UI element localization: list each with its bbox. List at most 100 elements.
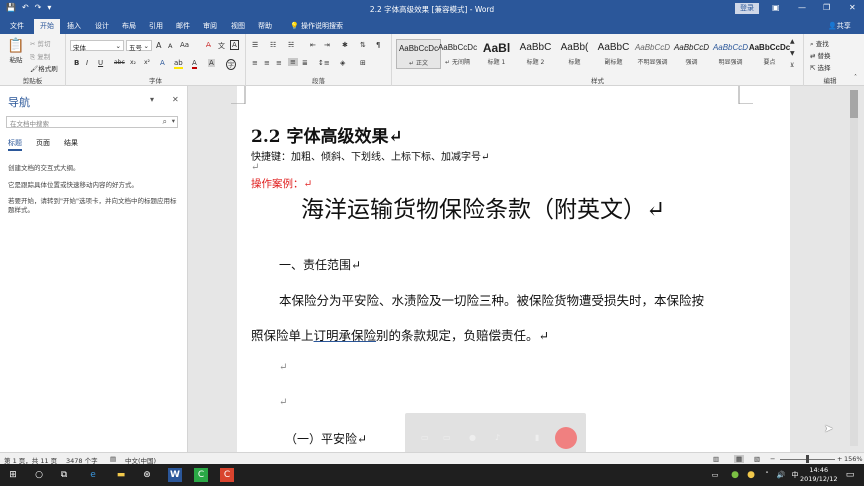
underline-button[interactable]: U	[98, 59, 103, 67]
cut-button[interactable]: ✂ 剪切	[30, 38, 51, 48]
scrollbar-thumb[interactable]	[850, 90, 858, 118]
zoom-slider-thumb[interactable]	[806, 455, 809, 463]
format-painter-button[interactable]: 🖌格式刷	[30, 63, 58, 73]
enclose-char-icon[interactable]: 字	[226, 59, 237, 70]
red-app-icon[interactable]: C	[220, 468, 234, 482]
distributed-icon[interactable]: ≣	[302, 59, 308, 67]
sort-icon[interactable]: ⇅	[360, 41, 366, 49]
strikethrough-button[interactable]: abc	[114, 59, 125, 66]
font-color-icon[interactable]: A	[192, 59, 197, 69]
borders-icon[interactable]: ⊞	[360, 59, 366, 67]
chevron-down-icon[interactable]: ▾	[150, 95, 154, 104]
paste-button[interactable]: 📋 粘贴	[6, 38, 26, 64]
style-strong[interactable]: AaBbCcDc 要点	[747, 39, 792, 69]
font-name-select[interactable]: 宋体 ⌄	[70, 40, 124, 52]
login-button[interactable]: 登录	[735, 3, 759, 14]
select-button[interactable]: ⇱ 选择	[810, 62, 831, 72]
tab-design[interactable]: 设计	[95, 21, 109, 31]
tray-app-icon[interactable]: ●	[728, 468, 742, 482]
collapse-ribbon-icon[interactable]: ˄	[854, 74, 857, 81]
line-spacing-icon[interactable]: ↕≡	[318, 59, 330, 67]
tab-mailings[interactable]: 邮件	[176, 21, 190, 31]
volume-icon[interactable]: ▮	[535, 433, 539, 442]
search-icon[interactable]: ⌕	[163, 117, 167, 127]
char-shading-icon[interactable]: A	[208, 59, 215, 67]
microphone-icon[interactable]: ♪	[495, 433, 500, 442]
superscript-button[interactable]: x²	[144, 59, 150, 66]
shrink-font-icon[interactable]: A	[168, 42, 172, 50]
highlight-icon[interactable]: ab	[174, 59, 183, 69]
font-size-select[interactable]: 五号 ⌄	[126, 40, 152, 52]
tell-me-search[interactable]: 💡 操作说明搜索	[290, 21, 343, 31]
tab-review[interactable]: 审阅	[203, 21, 217, 31]
nav-tab-results[interactable]: 结果	[64, 138, 78, 151]
zoom-out-icon[interactable]: −	[770, 455, 775, 463]
green-app-icon[interactable]: C	[194, 468, 208, 482]
vertical-scrollbar[interactable]	[838, 86, 864, 452]
clear-format-icon[interactable]: A̶	[206, 41, 211, 49]
chinese-layout-icon[interactable]: ✱	[342, 41, 348, 49]
grow-font-icon[interactable]: A	[156, 41, 161, 50]
app-icon[interactable]: ⊛	[140, 468, 154, 482]
tab-help[interactable]: 帮助	[258, 21, 272, 31]
close-icon[interactable]: ✕	[172, 95, 179, 104]
show-marks-icon[interactable]: ¶	[376, 41, 380, 49]
document-page[interactable]: 2.2 字体高级效果↵ 快捷键：加粗、倾斜、下划线、上标下标、加减字号↵ ↵ 操…	[231, 86, 790, 452]
task-view-icon[interactable]: ⧉	[57, 468, 71, 482]
web-layout-icon[interactable]: ▧	[754, 455, 760, 463]
tab-file[interactable]: 文件	[10, 21, 24, 31]
ribbon-display-icon[interactable]: ▣	[772, 3, 780, 12]
notifications-icon[interactable]: ▭	[843, 468, 857, 482]
file-explorer-icon[interactable]: ▬	[114, 468, 128, 482]
increase-indent-icon[interactable]: ⇥	[324, 41, 330, 49]
tray-app-icon[interactable]: ●	[744, 468, 758, 482]
chevron-down-icon[interactable]: ▾	[172, 117, 175, 125]
zoom-level[interactable]: 156%	[844, 455, 863, 463]
italic-button[interactable]: I	[86, 59, 88, 67]
tab-layout[interactable]: 布局	[122, 21, 136, 31]
search-icon[interactable]: ○	[32, 468, 46, 482]
bullets-icon[interactable]: ☰	[252, 41, 258, 49]
zoom-in-icon[interactable]: +	[837, 455, 842, 463]
align-right-icon[interactable]: ≡	[276, 59, 282, 67]
tray-chevron-icon[interactable]: ˄	[760, 468, 774, 482]
edge-browser-icon[interactable]: e	[86, 468, 100, 482]
styles-scroll-down-icon[interactable]: ▼	[790, 50, 795, 57]
tab-home[interactable]: 开始	[34, 19, 60, 34]
tab-insert[interactable]: 插入	[67, 21, 81, 31]
styles-scroll-up-icon[interactable]: ▲	[790, 38, 795, 45]
change-case-icon[interactable]: Aa	[180, 41, 189, 49]
network-icon[interactable]: ▭	[708, 468, 722, 482]
numbering-icon[interactable]: ☷	[270, 41, 276, 49]
nav-tab-pages[interactable]: 页面	[36, 138, 50, 151]
word-app-icon[interactable]: W	[168, 468, 182, 482]
decrease-indent-icon[interactable]: ⇤	[310, 41, 316, 49]
align-left-icon[interactable]: ≡	[252, 59, 258, 67]
find-button[interactable]: ⌕ 查找	[810, 38, 829, 49]
print-layout-icon[interactable]: ▦	[734, 455, 745, 463]
minimize-icon[interactable]: —	[798, 3, 806, 12]
multilevel-list-icon[interactable]: ☵	[288, 41, 294, 49]
screen-icon[interactable]: ▭	[421, 433, 429, 442]
bold-button[interactable]: B	[74, 59, 79, 67]
share-button[interactable]: 👤共享	[828, 21, 851, 31]
shading-icon[interactable]: ◈	[340, 59, 345, 67]
restore-icon[interactable]: ❐	[823, 3, 830, 12]
char-border-icon[interactable]: A	[230, 40, 239, 50]
justify-icon[interactable]: ≡	[288, 58, 298, 66]
person-icon[interactable]: ●	[469, 433, 476, 442]
subscript-button[interactable]: x₂	[130, 59, 136, 66]
nav-search-input[interactable]: 在文档中搜索 ⌕ ▾	[6, 116, 178, 128]
tab-view[interactable]: 视图	[231, 21, 245, 31]
close-icon[interactable]: ✕	[849, 3, 856, 12]
styles-more-icon[interactable]: ⊻	[790, 62, 794, 69]
align-center-icon[interactable]: ≡	[264, 59, 270, 67]
phonetic-guide-icon[interactable]: 文	[218, 41, 225, 51]
text-effects-icon[interactable]: A	[160, 59, 165, 67]
record-button[interactable]	[555, 427, 577, 449]
proofing-icon[interactable]: ▤	[110, 455, 116, 463]
scrollbar-track[interactable]	[850, 90, 858, 446]
volume-icon[interactable]: 🔊	[774, 468, 788, 482]
camera-icon[interactable]: ▭	[443, 433, 451, 442]
tab-references[interactable]: 引用	[149, 21, 163, 31]
